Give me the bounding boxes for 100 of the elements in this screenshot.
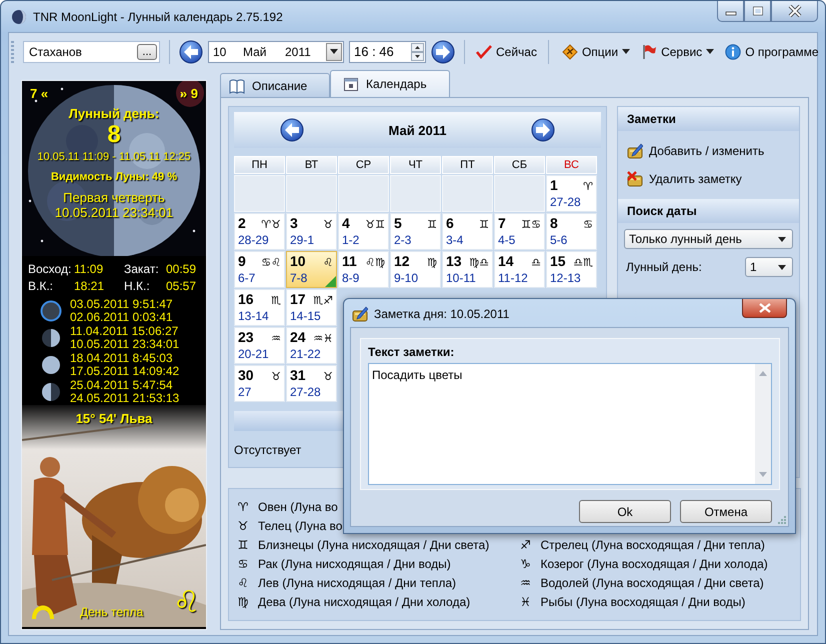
toolbar-grip[interactable]	[11, 40, 14, 62]
calendar-day[interactable]: 11 ♌♍ 8-9	[338, 251, 389, 288]
day-number: 15	[550, 253, 566, 269]
day-number: 30	[238, 367, 254, 383]
tools-icon	[562, 44, 578, 60]
next-day-button[interactable]	[431, 40, 455, 64]
note-cross-icon	[627, 171, 643, 187]
lunar-days: 4-5	[498, 233, 541, 247]
dropdown-button[interactable]	[326, 42, 342, 60]
calendar-day[interactable]: 23 ♒ 20-21	[234, 327, 285, 364]
calendar-day[interactable]: 12 ♍ 9-10	[390, 251, 441, 288]
now-button[interactable]: Сейчас	[474, 42, 539, 62]
previous-day-button[interactable]	[179, 40, 203, 64]
calendar-day[interactable]: 9 ♋♌ 6-7	[234, 251, 285, 288]
section-header: Поиск даты	[618, 199, 799, 223]
zodiac-signs: ♊	[479, 218, 489, 231]
tab[interactable]: Описание	[220, 73, 330, 97]
calendar-day[interactable]: 17 ♏♐ 14-15	[286, 289, 337, 326]
calendar-day[interactable]: 15 ♎♏ 12-13	[546, 251, 597, 288]
date-field[interactable]: 10 Май 2011	[208, 40, 344, 62]
dialog-button[interactable]: Отмена	[680, 500, 772, 523]
flag-icon	[641, 44, 658, 60]
weekday-header: ПН	[234, 156, 285, 174]
delete-note-button[interactable]: Удалить заметку	[618, 165, 799, 193]
scrollbar[interactable]	[755, 364, 771, 484]
caret-icon	[778, 264, 786, 270]
calendar-day[interactable]: 24 ♒♓ 21-22	[286, 327, 337, 364]
add-edit-note-button[interactable]: Добавить / изменить	[618, 137, 799, 165]
calendar-day[interactable]: 16 ♏ 13-14	[234, 289, 285, 326]
zodiac-symbol: ♒	[519, 576, 532, 590]
previous-month-button[interactable]	[280, 118, 304, 142]
legend-text: Лев (Луна нисходящая / Дни тепла)	[258, 576, 456, 590]
calendar-day[interactable]: 6 ♊ 3-4	[442, 213, 493, 250]
calendar-day[interactable]: 5 ♊ 2-3	[390, 213, 441, 250]
close-button[interactable]	[742, 299, 787, 318]
zodiac-signs: ♉	[323, 218, 333, 231]
about-button[interactable]: О программе	[723, 42, 821, 62]
day-number: 1	[550, 177, 558, 193]
weekday-header: СБ	[494, 156, 545, 174]
calendar-day[interactable]: 13 ♍♎ 10-11	[442, 251, 493, 288]
lunar-day-label: Лунный день:	[68, 106, 160, 121]
options-menu[interactable]: Опции	[560, 42, 632, 62]
search-mode-dropdown[interactable]: Только лунный день	[624, 229, 793, 249]
lunar-days: 27	[238, 385, 281, 399]
day-number: 5	[394, 215, 402, 231]
tab[interactable]: Календарь	[330, 70, 450, 97]
browse-button[interactable]: ...	[137, 44, 157, 60]
zodiac-signs: ♎	[531, 256, 541, 269]
check-icon	[476, 44, 492, 60]
note-text-area[interactable]: Посадить цветы	[368, 363, 772, 485]
zodiac-signs: ♋♌	[261, 256, 281, 269]
calendar-day[interactable]: 3 ♉ 29-1	[286, 213, 337, 250]
lunar-day-field-label: Лунный день:	[626, 260, 702, 274]
zodiac-symbol: ♓	[519, 594, 532, 608]
day-number: 2	[238, 215, 246, 231]
service-menu[interactable]: Сервис	[639, 42, 716, 62]
close-icon	[788, 5, 802, 17]
calendar-day[interactable]: 10 ♌ 7-8	[286, 251, 337, 288]
lunar-days: 29-1	[290, 233, 333, 247]
calendar-day[interactable]: 30 ♉ 27	[234, 365, 285, 402]
city-field[interactable]: Стаханов ...	[23, 40, 160, 62]
calendar-day[interactable]: 31 ♉ 27-28	[286, 365, 337, 402]
next-month-button[interactable]	[531, 118, 555, 142]
close-icon	[758, 303, 770, 313]
section-header: Заметки	[618, 107, 799, 131]
lunar-days: 8-9	[342, 271, 385, 285]
lunar-day-dropdown[interactable]: 1	[745, 257, 793, 277]
note-pencil-icon	[627, 143, 643, 159]
minimize-button[interactable]	[717, 1, 744, 22]
field-label: Текст заметки:	[368, 345, 456, 359]
zodiac-symbol: ♍	[236, 594, 250, 608]
zodiac-signs: ♌	[323, 256, 333, 269]
close-button[interactable]	[771, 1, 818, 22]
legend-text: Водолей (Луна восходящая / Дни света)	[540, 576, 764, 590]
spin-buttons[interactable]	[411, 42, 424, 60]
day-number: 4	[342, 215, 350, 231]
lunar-days: 10-11	[446, 271, 489, 285]
calendar-day[interactable]: 1 ♈ 27-28	[546, 175, 597, 212]
dialog-button[interactable]: Ok	[579, 500, 671, 523]
time-value: 00:59	[166, 262, 198, 276]
calendar-day[interactable]: 8 ♋ 5-6	[546, 213, 597, 250]
note-text: Посадить цветы	[371, 367, 464, 384]
weekday-header: СР	[338, 156, 389, 174]
month-title: Май 2011	[388, 122, 447, 138]
lunar-days: 20-21	[238, 347, 281, 361]
app-moon-icon	[11, 9, 27, 25]
time-field[interactable]: 16 : 46	[349, 40, 426, 62]
lunar-days: 13-14	[238, 309, 281, 323]
resize-grip[interactable]	[777, 515, 787, 525]
legend-text: Козерог (Луна восходящая / Дни холода)	[540, 556, 768, 570]
maximize-button[interactable]	[744, 1, 771, 22]
moon-visibility: Видимость Луны: 49 %	[50, 171, 177, 183]
calendar-day[interactable]: 2 ♈♉ 28-29	[234, 213, 285, 250]
lunar-days: 12-13	[550, 271, 593, 285]
day-type: День тепла	[80, 605, 144, 619]
zodiac-signs: ♎♏	[573, 256, 593, 269]
calendar-day[interactable]: 4 ♉♊ 1-2	[338, 213, 389, 250]
calendar-day[interactable]: 7 ♊♋ 4-5	[494, 213, 545, 250]
calendar-day[interactable]: 14 ♎ 11-12	[494, 251, 545, 288]
previous-lunar-day-link[interactable]: 7 «	[30, 86, 48, 101]
